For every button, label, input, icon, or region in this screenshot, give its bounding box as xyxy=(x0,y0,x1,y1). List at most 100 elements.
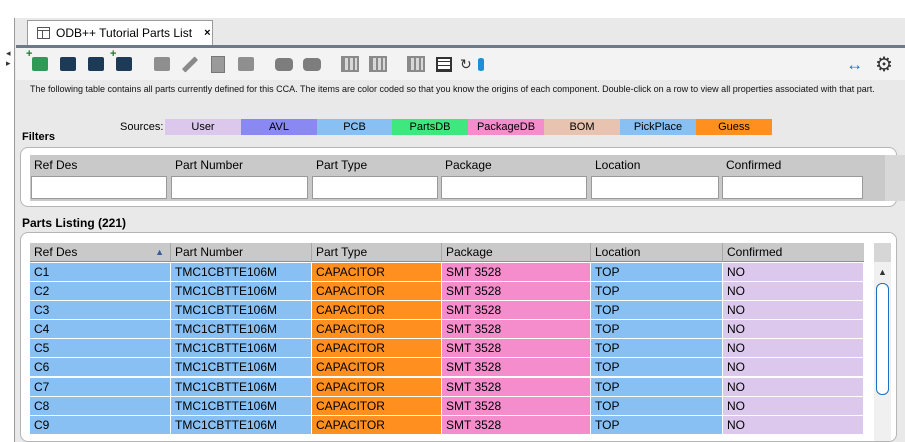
copy-icon xyxy=(211,55,225,73)
source-partsdb-chip: PartsDB xyxy=(392,119,468,135)
filter-label-ref-des: Ref Des xyxy=(34,158,78,172)
cell-part-type: CAPACITOR xyxy=(312,282,442,302)
scrollbar-corner xyxy=(874,243,891,262)
cell-part-type: CAPACITOR xyxy=(312,415,442,435)
filter-part-number-input[interactable] xyxy=(171,176,308,199)
column-header-part-number[interactable]: Part Number xyxy=(171,243,312,262)
scrollbar-thumb[interactable] xyxy=(876,283,889,395)
cell-part-number: TMC1CBTTE106M xyxy=(171,377,312,397)
table-row[interactable]: C6 TMC1CBTTE106M CAPACITOR SMT 3528 TOP NO xyxy=(30,358,864,378)
table-row[interactable]: C9 TMC1CBTTE106M CAPACITOR SMT 3528 TOP NO xyxy=(30,415,864,435)
cell-package: SMT 3528 xyxy=(442,263,591,282)
comment-icon xyxy=(275,57,293,71)
sync-database-button[interactable]: ↻ xyxy=(460,52,484,76)
sources-label: Sources: xyxy=(120,121,164,133)
edit-part-icon xyxy=(154,57,170,71)
cell-part-number: TMC1CBTTE106M xyxy=(171,358,312,378)
filter-ref-des-input[interactable] xyxy=(31,176,167,199)
filter-confirmed-input[interactable] xyxy=(722,176,863,199)
import-icon xyxy=(88,57,104,71)
fit-width-icon[interactable]: ↔ xyxy=(846,55,863,75)
add-parts-button[interactable] xyxy=(56,52,80,76)
add-part-button[interactable]: + xyxy=(26,48,52,76)
cell-location: TOP xyxy=(591,358,723,378)
move-button[interactable] xyxy=(234,52,258,76)
cell-package: SMT 3528 xyxy=(442,415,591,435)
cell-ref-des: C5 xyxy=(30,339,171,359)
cell-ref-des: C3 xyxy=(30,301,171,321)
source-pickplace-chip: PickPlace xyxy=(620,119,696,135)
grid-view-button[interactable] xyxy=(366,52,390,76)
filter-scroll-spacer xyxy=(885,155,905,201)
copy-button[interactable] xyxy=(206,52,230,76)
gear-icon[interactable]: ⚙ xyxy=(875,52,893,77)
description-text: The following table contains all parts c… xyxy=(30,84,875,94)
cell-part-type: CAPACITOR xyxy=(312,301,442,321)
table-row[interactable]: C5 TMC1CBTTE106M CAPACITOR SMT 3528 TOP NO xyxy=(30,339,864,359)
table-body: C1 TMC1CBTTE106M CAPACITOR SMT 3528 TOP NO C2 T… xyxy=(30,263,864,435)
import-button[interactable] xyxy=(84,52,108,76)
source-pcb-chip: PCB xyxy=(317,119,392,135)
filter-label-part-number: Part Number xyxy=(175,158,244,172)
cell-package: SMT 3528 xyxy=(442,320,591,340)
table-row[interactable]: C7 TMC1CBTTE106M CAPACITOR SMT 3528 TOP NO xyxy=(30,377,864,397)
scroll-up-icon[interactable]: ▲ xyxy=(874,265,891,279)
cell-part-number: TMC1CBTTE106M xyxy=(171,301,312,321)
cell-confirmed: NO xyxy=(723,358,864,378)
cell-part-type: CAPACITOR xyxy=(312,339,442,359)
column-header-package[interactable]: Package xyxy=(442,243,591,262)
column-header-location[interactable]: Location xyxy=(591,243,723,262)
cell-part-type: CAPACITOR xyxy=(312,358,442,378)
table-row[interactable]: C4 TMC1CBTTE106M CAPACITOR SMT 3528 TOP NO xyxy=(30,320,864,340)
cell-package: SMT 3528 xyxy=(442,282,591,302)
cell-confirmed: NO xyxy=(723,320,864,340)
cell-location: TOP xyxy=(591,301,723,321)
filter-package-input[interactable] xyxy=(441,176,587,199)
refresh-icon: ↻ xyxy=(460,55,472,72)
table-row[interactable]: C3 TMC1CBTTE106M CAPACITOR SMT 3528 TOP NO xyxy=(30,301,864,321)
layout-button[interactable] xyxy=(404,52,428,76)
database-add-icon xyxy=(116,57,132,71)
tab-parts-list[interactable]: ODB++ Tutorial Parts List × xyxy=(27,20,213,45)
column-header-part-type[interactable]: Part Type xyxy=(312,243,442,262)
source-bom-chip: BOM xyxy=(544,119,620,135)
close-tab-button[interactable]: × xyxy=(204,27,210,39)
toolbar: + + ↻ ↔ ⚙ xyxy=(16,48,905,80)
cell-ref-des: C2 xyxy=(30,282,171,302)
cell-ref-des: C7 xyxy=(30,377,171,397)
cell-part-number: TMC1CBTTE106M xyxy=(171,396,312,416)
filter-location-input[interactable] xyxy=(591,176,719,199)
table-row[interactable]: C2 TMC1CBTTE106M CAPACITOR SMT 3528 TOP NO xyxy=(30,282,864,302)
table-row[interactable]: C1 TMC1CBTTE106M CAPACITOR SMT 3528 TOP NO xyxy=(30,263,864,282)
filter-label-package: Package xyxy=(445,158,492,172)
parts-table-panel: Ref Des ▲ Part Number Part Type Package … xyxy=(20,232,897,442)
cell-part-number: TMC1CBTTE106M xyxy=(171,339,312,359)
column-header-ref-des[interactable]: Ref Des ▲ xyxy=(30,243,171,262)
filter-part-type-input[interactable] xyxy=(312,176,438,199)
cell-package: SMT 3528 xyxy=(442,301,591,321)
comment-button[interactable] xyxy=(272,52,296,76)
table-button[interactable] xyxy=(432,52,456,76)
edit-part-button[interactable] xyxy=(150,52,174,76)
comment-add-button[interactable] xyxy=(300,52,324,76)
cell-confirmed: NO xyxy=(723,339,864,359)
table-row[interactable]: C8 TMC1CBTTE106M CAPACITOR SMT 3528 TOP NO xyxy=(30,396,864,416)
grid-edit-button[interactable] xyxy=(338,52,362,76)
source-guess-chip: Guess xyxy=(696,119,772,135)
cell-location: TOP xyxy=(591,282,723,302)
vertical-scrollbar[interactable]: ▲ xyxy=(874,243,891,441)
cell-part-type: CAPACITOR xyxy=(312,263,442,282)
comment-add-icon xyxy=(303,57,321,71)
column-header-confirmed[interactable]: Confirmed xyxy=(723,243,864,262)
tab-title: ODB++ Tutorial Parts List xyxy=(56,26,193,40)
filter-label-confirmed: Confirmed xyxy=(726,158,782,172)
source-avl-chip: AVL xyxy=(241,119,317,135)
toolbar-right: ↔ ⚙ xyxy=(846,52,893,77)
panel-grip[interactable]: ◂ ▸ xyxy=(6,48,12,68)
parts-listing-title: Parts Listing (221) xyxy=(22,216,127,230)
cell-location: TOP xyxy=(591,320,723,340)
database-add-button[interactable]: + xyxy=(110,48,136,76)
cell-confirmed: NO xyxy=(723,377,864,397)
cell-ref-des: C1 xyxy=(30,263,171,282)
pencil-button[interactable] xyxy=(178,52,202,76)
